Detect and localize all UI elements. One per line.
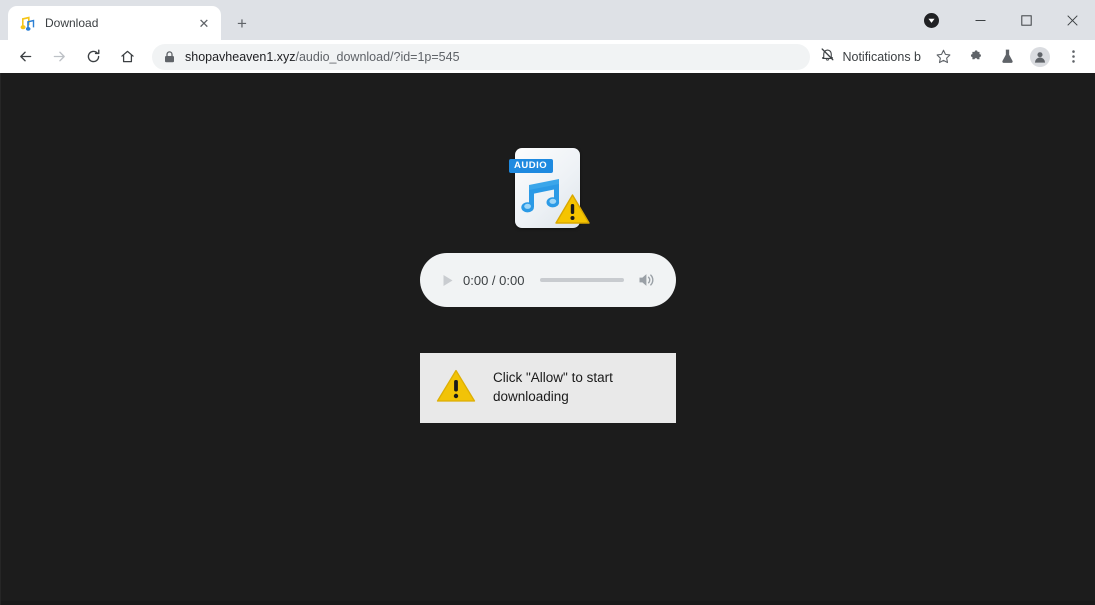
address-bar[interactable]: shopavheaven1.xyz/audio_download/?id=1p=… [152, 43, 811, 70]
seek-track [540, 278, 624, 282]
taskbar-sliver [1, 601, 1095, 605]
reload-icon[interactable] [79, 43, 107, 71]
allow-notice-line1: Click "Allow" to start [493, 370, 613, 386]
allow-notice-box: Click "Allow" to start downloading [420, 353, 676, 423]
new-tab-button[interactable]: + [228, 9, 256, 37]
page-viewport: AUDIO 0:00 / 0:00 Click "Allow" to start… [0, 73, 1095, 605]
download-indicator[interactable] [917, 6, 945, 34]
notifications-blocked-chip[interactable]: Notifications b [816, 44, 927, 70]
download-arrow-icon [923, 12, 939, 28]
close-button[interactable] [1049, 0, 1095, 40]
allow-notice-line2: downloading [493, 389, 569, 404]
volume-icon[interactable] [635, 268, 659, 292]
flask-icon[interactable] [993, 43, 1021, 71]
warning-triangle-icon [555, 193, 590, 230]
warning-triangle-icon [436, 368, 476, 409]
avatar-icon [1030, 46, 1050, 67]
audio-file-warning-icon: AUDIO [506, 148, 590, 232]
url-text: shopavheaven1.xyz/audio_download/?id=1p=… [185, 50, 800, 64]
lock-icon [164, 50, 176, 63]
browser-window: Download ✕ + shopavheaven1.xyz/audio_dow… [0, 0, 1095, 605]
star-icon[interactable] [929, 43, 957, 71]
browser-tab[interactable]: Download ✕ [8, 6, 221, 40]
maximize-button[interactable] [1003, 0, 1049, 40]
tab-strip: Download ✕ + [0, 0, 1095, 40]
allow-notice-text: Click "Allow" to start downloading [493, 369, 613, 406]
forward-arrow-icon [45, 43, 73, 71]
audio-badge-label: AUDIO [509, 159, 554, 174]
bell-off-icon [820, 47, 835, 67]
audio-player[interactable]: 0:00 / 0:00 [420, 253, 676, 307]
three-dot-menu-icon[interactable] [1059, 43, 1087, 71]
page-content: AUDIO 0:00 / 0:00 Click "Allow" to start… [1, 73, 1095, 423]
puzzle-piece-icon[interactable] [961, 43, 989, 71]
window-controls [917, 0, 1095, 40]
audio-time-display: 0:00 / 0:00 [463, 272, 525, 288]
back-arrow-icon[interactable] [11, 43, 39, 71]
url-host: shopavheaven1.xyz [185, 49, 296, 64]
home-icon[interactable] [113, 43, 141, 71]
url-path: /audio_download/?id=1p=545 [295, 49, 460, 64]
audio-seek-slider[interactable] [524, 278, 635, 282]
music-note-favicon [20, 15, 36, 31]
browser-toolbar: shopavheaven1.xyz/audio_download/?id=1p=… [0, 40, 1095, 73]
play-button[interactable] [434, 267, 460, 293]
minimize-button[interactable] [957, 0, 1003, 40]
avatar[interactable] [1026, 43, 1054, 71]
tab-title: Download [45, 16, 99, 30]
notifications-blocked-label: Notifications b [842, 49, 921, 64]
tab-close-icon[interactable]: ✕ [196, 15, 212, 31]
